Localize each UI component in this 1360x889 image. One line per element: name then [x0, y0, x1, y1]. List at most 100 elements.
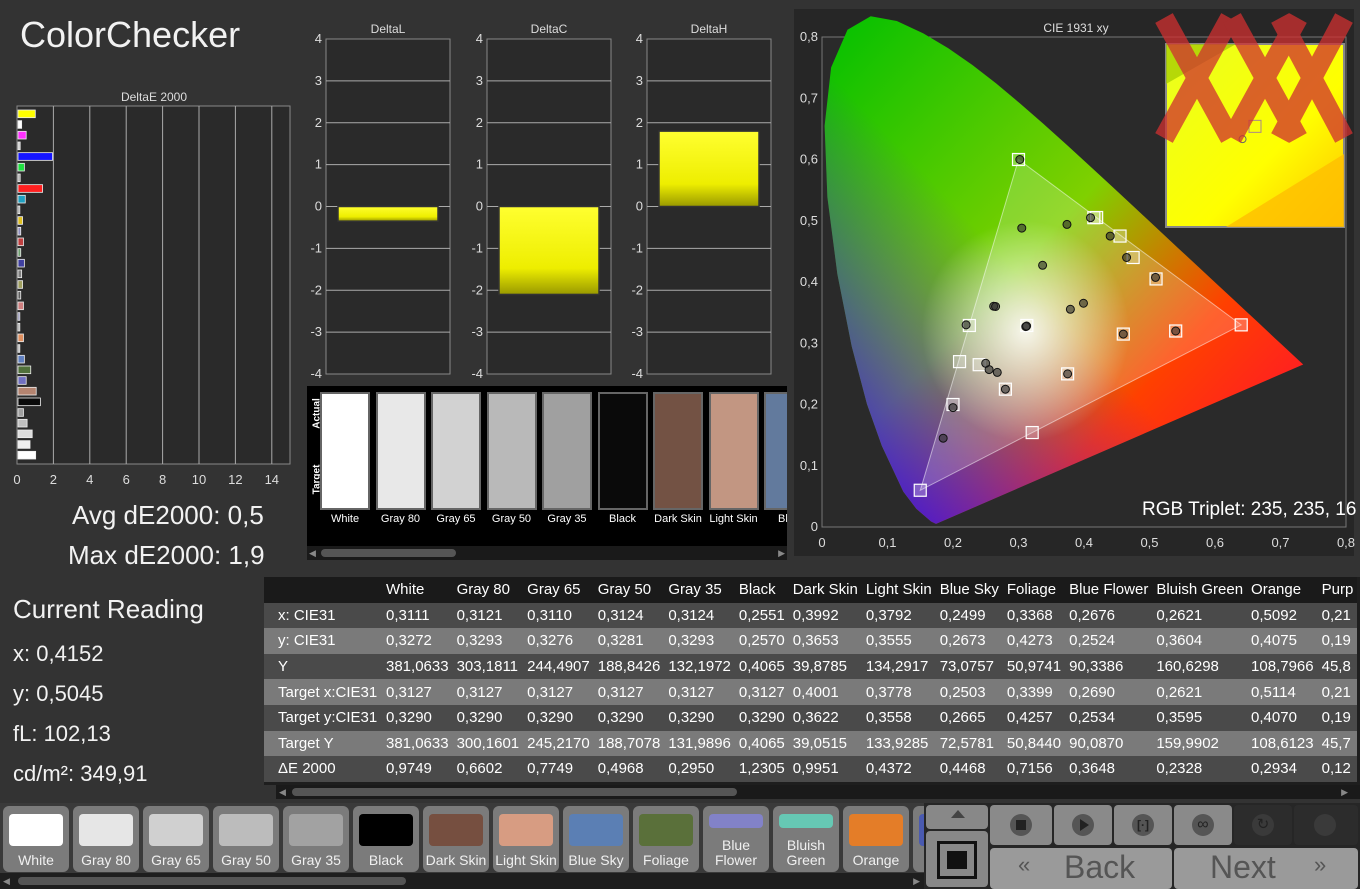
current-reading-fl: fL: 102,13: [13, 721, 111, 746]
patch-button[interactable]: White: [3, 806, 69, 872]
infinity-icon: ∞: [1192, 814, 1214, 836]
record-button[interactable]: [1294, 805, 1358, 845]
table-cell: 0,7749: [523, 756, 594, 782]
table-row: x: CIE31 0,3111 0,3121 0,3110 0,3124 0,3124 0,…: [264, 602, 1358, 629]
actual-marker: [1078, 298, 1088, 308]
table-cell: 0,3111: [382, 602, 453, 629]
patch-button[interactable]: Gray 80: [73, 806, 139, 872]
patch-swatch: [779, 814, 833, 828]
actual-marker: [1118, 329, 1128, 339]
stop-button[interactable]: [990, 805, 1052, 845]
refresh-button[interactable]: ↻: [1234, 805, 1292, 845]
cie-y-tick-label: 0,3: [800, 335, 818, 350]
patch-button[interactable]: Orange: [843, 806, 909, 872]
table-cell: 133,9285: [861, 730, 936, 757]
cie-chart: CIE 1931 xy 0 0,1 0,2 0,3 0,4 0,5 0,6 0,7 0,8 0 0,…: [794, 9, 1356, 556]
table-cell: 108,6123: [1247, 730, 1318, 757]
table-cell: 0,3272: [382, 628, 453, 654]
patch-label: Black: [368, 852, 404, 868]
actual-marker: [938, 433, 948, 443]
table-cell: 0,2950: [664, 756, 735, 782]
patch-button[interactable]: Blue Sky: [563, 806, 629, 872]
patch-button[interactable]: Gray 65: [143, 806, 209, 872]
loop-button[interactable]: ∞: [1174, 805, 1232, 845]
table-column-header: White: [382, 577, 453, 603]
table-column-header: Black: [734, 577, 789, 603]
cie-y-tick-label: 0,7: [800, 90, 818, 105]
patch-button[interactable]: Bluish Green: [773, 806, 839, 872]
refresh-icon: ↻: [1252, 814, 1274, 836]
chevron-up-icon: [951, 810, 965, 818]
patch-swatch: [359, 814, 413, 846]
table-column-header: Dark Skin: [788, 577, 862, 603]
table-cell: 50,9741: [1002, 653, 1066, 680]
table-cell: 0,3124: [593, 602, 665, 629]
table-cell: 0,3622: [788, 704, 862, 731]
cie-y-tick-label: 0,2: [800, 397, 818, 412]
cie-y-tick-label: 0,5: [800, 213, 818, 228]
patch-button[interactable]: Gray 35: [283, 806, 349, 872]
next-button-label: Next: [1210, 849, 1276, 885]
back-button-label: Back: [1064, 849, 1136, 885]
table-row: ΔE 2000 0,9749 0,6602 0,7749 0,4968 0,2950 1,2…: [264, 756, 1358, 782]
patch-button[interactable]: Light Skin: [493, 806, 559, 872]
cie-y-tick-label: 0,6: [800, 152, 818, 167]
table-cell: 0,3555: [861, 628, 936, 654]
cie-chart-title: CIE 1931 xy: [1043, 21, 1108, 35]
play-icon: [1080, 819, 1089, 831]
patch-swatch: [569, 814, 623, 846]
cie-x-tick-label: 0,8: [1337, 535, 1355, 550]
table-cell: 0,2503: [935, 679, 1003, 705]
current-reading-y: y: 0,5045: [13, 681, 104, 706]
table-cell: 0,2328: [1152, 756, 1248, 782]
patch-button[interactable]: Blue Flower: [703, 806, 769, 872]
actual-marker: [1122, 253, 1132, 262]
play-button[interactable]: [1054, 805, 1112, 845]
table-row-label: Target Y: [264, 730, 382, 757]
patch-button[interactable]: Black: [353, 806, 419, 872]
step-button[interactable]: [·]: [1114, 805, 1172, 845]
table-cell: 0,6602: [452, 756, 524, 782]
table-column-header: Blue Sky: [935, 577, 1003, 603]
cie-x-tick-label: 0,5: [1140, 535, 1158, 550]
table-cell: 188,7078: [593, 730, 665, 757]
bracket-step-icon: [·]: [1132, 814, 1154, 836]
table-cell: 0,12: [1317, 756, 1358, 782]
patch-button[interactable]: P: [913, 806, 924, 872]
back-button[interactable]: « Back: [990, 848, 1172, 889]
patch-label: Orange: [852, 852, 900, 868]
table-cell: 0,2499: [935, 602, 1003, 629]
patch-swatch: [149, 814, 203, 846]
stop-record-button[interactable]: [926, 831, 988, 887]
patch-scrollbar[interactable]: ◀ ▶: [0, 873, 924, 889]
patch-button[interactable]: Foliage: [633, 806, 699, 872]
cie-x-tick-label: 0,3: [1009, 535, 1027, 550]
patch-button[interactable]: Dark Skin: [423, 806, 489, 872]
table-cell: 0,5092: [1247, 602, 1318, 629]
table-cell: 90,0870: [1065, 730, 1153, 757]
actual-marker: [1151, 272, 1161, 282]
table-column-header: Blue Flower: [1065, 577, 1153, 603]
scroll-up-button[interactable]: [926, 805, 988, 829]
table-cell: 0,4065: [734, 730, 789, 757]
table-cell: 108,7966: [1247, 653, 1318, 680]
actual-marker: [961, 320, 971, 330]
stop-small-icon: [1016, 820, 1026, 830]
table-row: Y 381,0633 303,1811 244,4907 188,8426 132,197…: [264, 653, 1358, 680]
table-cell: 244,4907: [523, 653, 594, 680]
patch-scroll-thumb[interactable]: [18, 877, 406, 885]
table-column-header: Gray 80: [452, 577, 524, 603]
table-cell: 0,7156: [1002, 756, 1066, 782]
table-column-header: Gray 35: [664, 577, 735, 603]
table-cell: 50,8440: [1002, 730, 1066, 757]
table-cell: 0,2934: [1247, 756, 1318, 782]
patch-label: Gray 80: [81, 852, 131, 868]
next-button[interactable]: Next »: [1174, 848, 1358, 889]
table-scrollbar[interactable]: ◀ ▶: [276, 785, 1360, 799]
table-scroll-thumb[interactable]: [292, 788, 737, 796]
patch-label: Foliage: [643, 852, 689, 868]
table-row-label: x: CIE31: [264, 602, 382, 629]
patch-button[interactable]: Gray 50: [213, 806, 279, 872]
table-row: y: CIE31 0,3272 0,3293 0,3276 0,3281 0,3293 0,…: [264, 628, 1358, 654]
table-cell: 45,7: [1317, 730, 1358, 757]
